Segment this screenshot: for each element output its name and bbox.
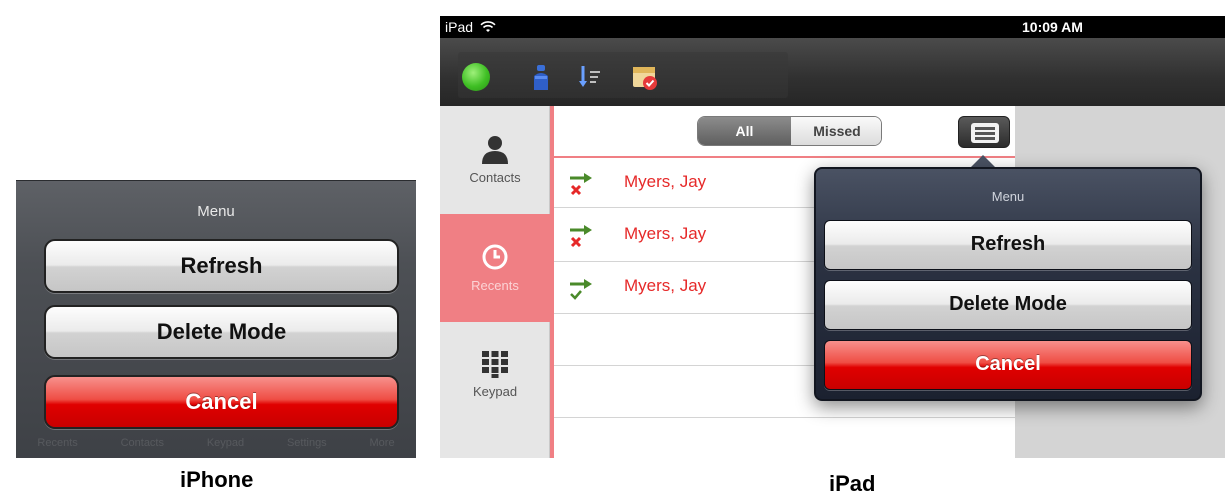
clock-icon — [482, 244, 508, 270]
menu-popover: Menu Refresh Delete Mode Cancel — [814, 167, 1202, 401]
tab-recents[interactable]: Recents — [440, 214, 550, 322]
ipad-caption: iPad — [829, 471, 876, 496]
tab-contacts-label: Contacts — [469, 170, 521, 185]
iphone-refresh-button[interactable]: Refresh — [44, 239, 399, 293]
menu-icon — [971, 123, 999, 143]
list-item-empty — [554, 418, 1015, 458]
iphone-tabbar-dimmed: Recents Contacts Keypad Settings More — [16, 428, 416, 458]
call-name: Myers, Jay — [624, 172, 707, 191]
tab-recents-label: Recents — [471, 278, 519, 293]
segment-all[interactable]: All — [698, 117, 791, 145]
menu-toggle-button[interactable] — [958, 116, 1010, 148]
status-time: 10:09 AM — [1022, 19, 1083, 35]
wifi-icon — [480, 21, 496, 32]
call-name: Myers, Jay — [624, 276, 707, 295]
ipad-delete-mode-button[interactable]: Delete Mode — [824, 280, 1192, 330]
segment-missed[interactable]: Missed — [791, 117, 881, 145]
iphone-tab-contacts: Contacts — [120, 437, 164, 449]
call-name: Myers, Jay — [624, 224, 707, 243]
tab-keypad-label: Keypad — [472, 384, 518, 399]
ipad-tab-column: Contacts Recents Keypad — [440, 106, 550, 458]
iphone-menu-panel: Menu Refresh Delete Mode Cancel Recents … — [16, 180, 416, 458]
keypad-icon — [482, 351, 508, 378]
iphone-menu-title: Menu — [197, 203, 235, 220]
ipad-screen: iPad 10:09 AM Contacts Recents Keypad Al… — [440, 16, 1225, 458]
iphone-tab-settings: Settings — [286, 437, 327, 449]
iphone-tab-recents: Recents — [37, 437, 78, 449]
status-bar: iPad 10:09 AM — [440, 16, 1225, 38]
popover-menu-title: Menu — [991, 189, 1025, 204]
calendar-check-icon[interactable] — [630, 62, 660, 92]
answered-call-icon — [570, 279, 592, 300]
call-filter-segment: All Missed — [697, 116, 882, 146]
ipad-toolbar — [440, 38, 1225, 106]
iphone-cancel-button[interactable]: Cancel — [44, 375, 399, 429]
iphone-tab-keypad: Keypad — [206, 437, 245, 449]
tab-contacts[interactable]: Contacts — [440, 106, 550, 214]
iphone-tab-more: More — [369, 437, 395, 449]
iphone-caption: iPhone — [180, 467, 254, 492]
missed-call-icon — [570, 225, 592, 248]
person-icon — [482, 136, 508, 164]
person-icon[interactable] — [526, 62, 556, 92]
sort-icon[interactable] — [576, 62, 606, 92]
iphone-delete-mode-button[interactable]: Delete Mode — [44, 305, 399, 359]
missed-call-icon — [570, 173, 592, 196]
ipad-refresh-button[interactable]: Refresh — [824, 220, 1192, 270]
tab-keypad[interactable]: Keypad — [440, 322, 550, 430]
status-green-icon[interactable] — [462, 63, 490, 91]
ipad-cancel-button[interactable]: Cancel — [824, 340, 1192, 390]
toolbar-tray — [458, 52, 788, 98]
status-device: iPad — [445, 19, 496, 35]
